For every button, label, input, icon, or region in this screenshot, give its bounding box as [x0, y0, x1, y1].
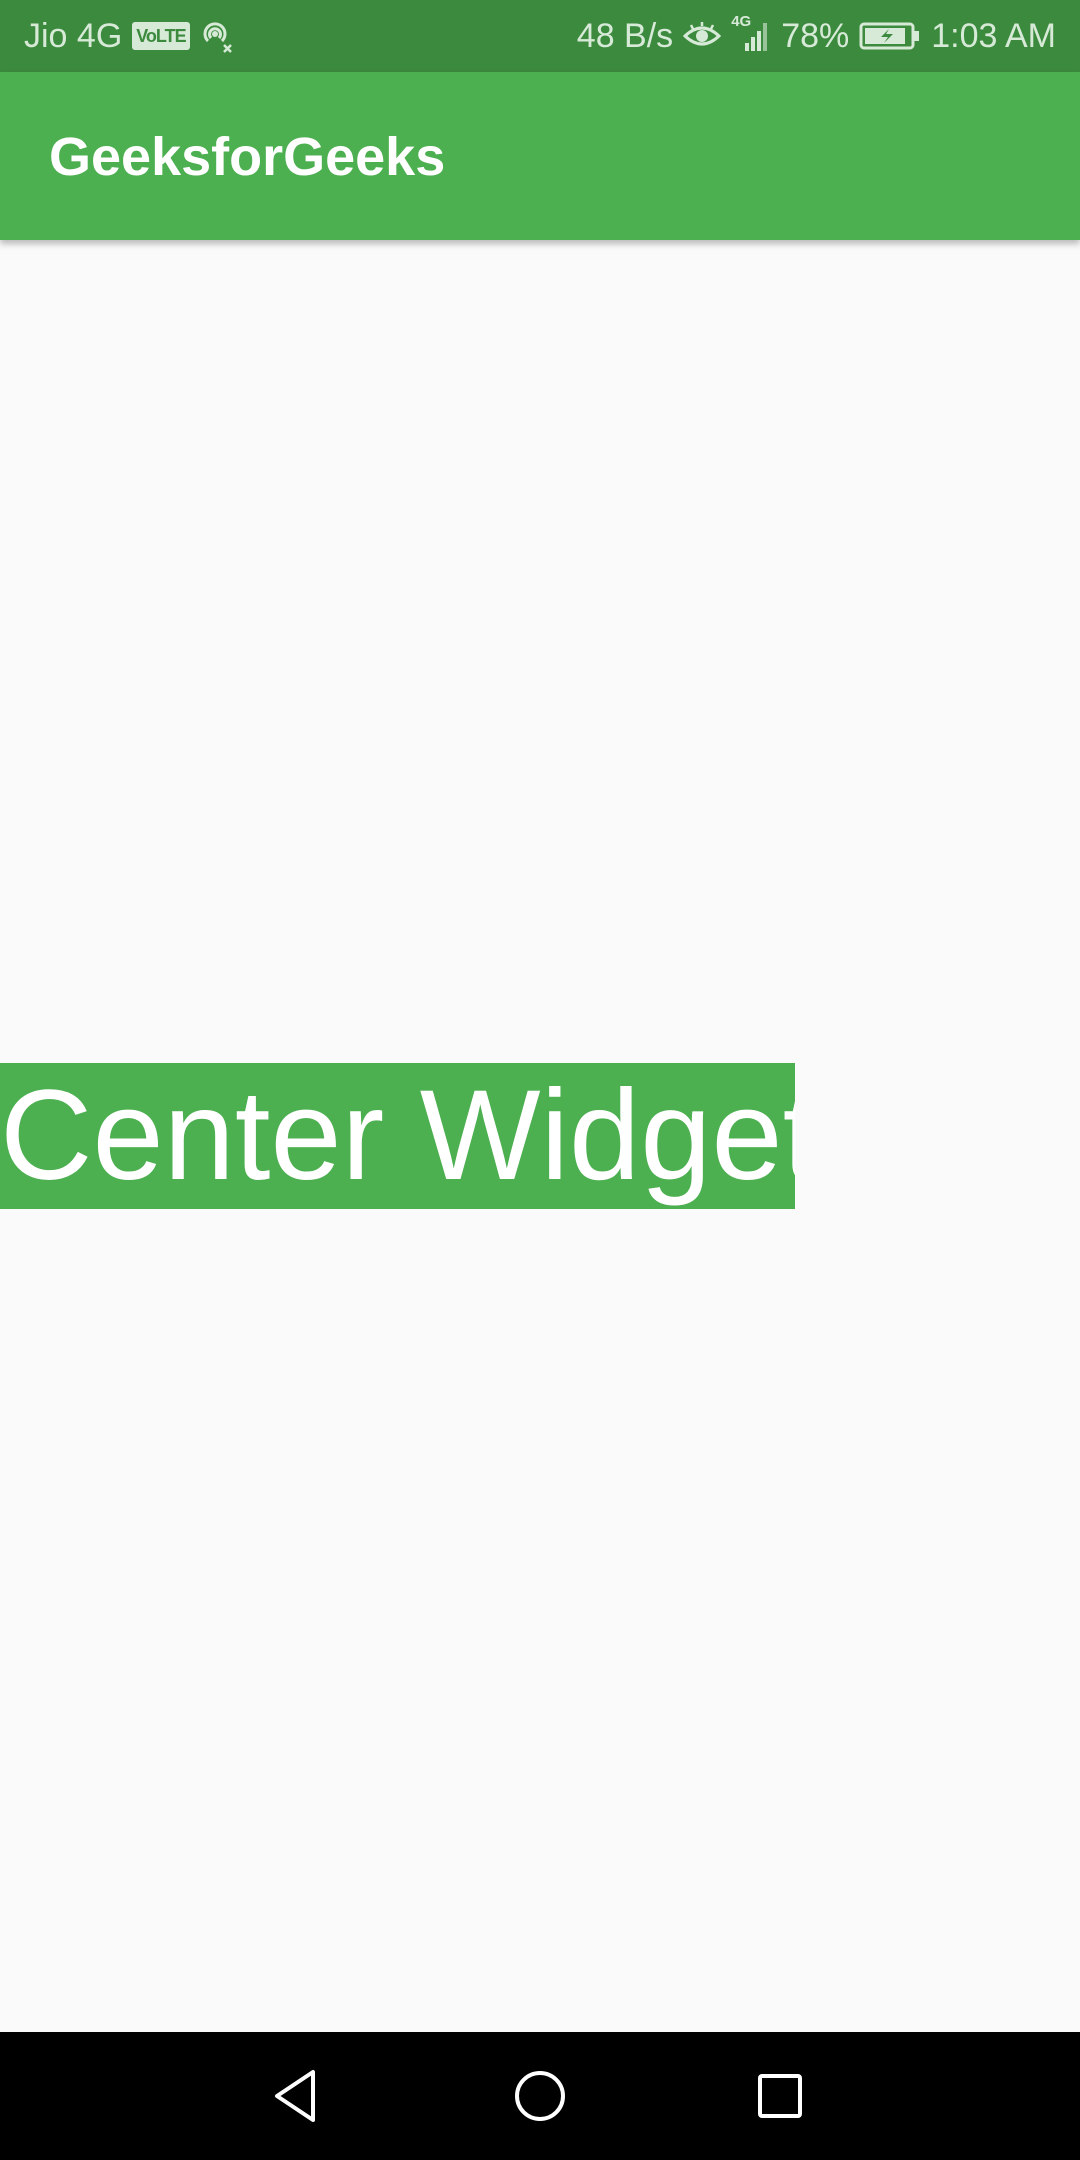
eye-icon: [683, 21, 722, 51]
status-bar-left: Jio 4G VoLTE: [24, 17, 234, 56]
back-button[interactable]: [259, 2056, 339, 2136]
hotspot-icon: [200, 19, 234, 53]
screen: Jio 4G VoLTE 48 B/s 4G 78% 1:03 AM Geeks…: [0, 0, 1080, 2160]
navigation-bar: [0, 2032, 1080, 2160]
status-bar: Jio 4G VoLTE 48 B/s 4G 78% 1:03 AM: [0, 0, 1080, 72]
signal-icon: 4G: [731, 13, 771, 53]
status-bar-right: 48 B/s 4G 78% 1:03 AM: [576, 13, 1056, 56]
battery-percent: 78%: [781, 16, 850, 55]
home-button[interactable]: [500, 2056, 580, 2136]
recents-button[interactable]: [740, 2056, 820, 2136]
app-title: GeeksforGeeks: [49, 127, 446, 187]
carrier-label: Jio 4G: [24, 16, 123, 55]
network-speed: 48 B/s: [576, 16, 674, 55]
clock: 1:03 AM: [931, 16, 1056, 55]
volte-badge: VoLTE: [132, 22, 190, 50]
home-icon: [515, 2071, 565, 2121]
recents-icon: [758, 2074, 802, 2118]
app-bar: GeeksforGeeks: [0, 72, 1080, 240]
back-icon: [275, 2070, 315, 2122]
battery-charging-icon: [859, 21, 921, 51]
network-type-label: 4G: [731, 13, 752, 30]
center-widget-text: Center Widget: [0, 1063, 795, 1209]
